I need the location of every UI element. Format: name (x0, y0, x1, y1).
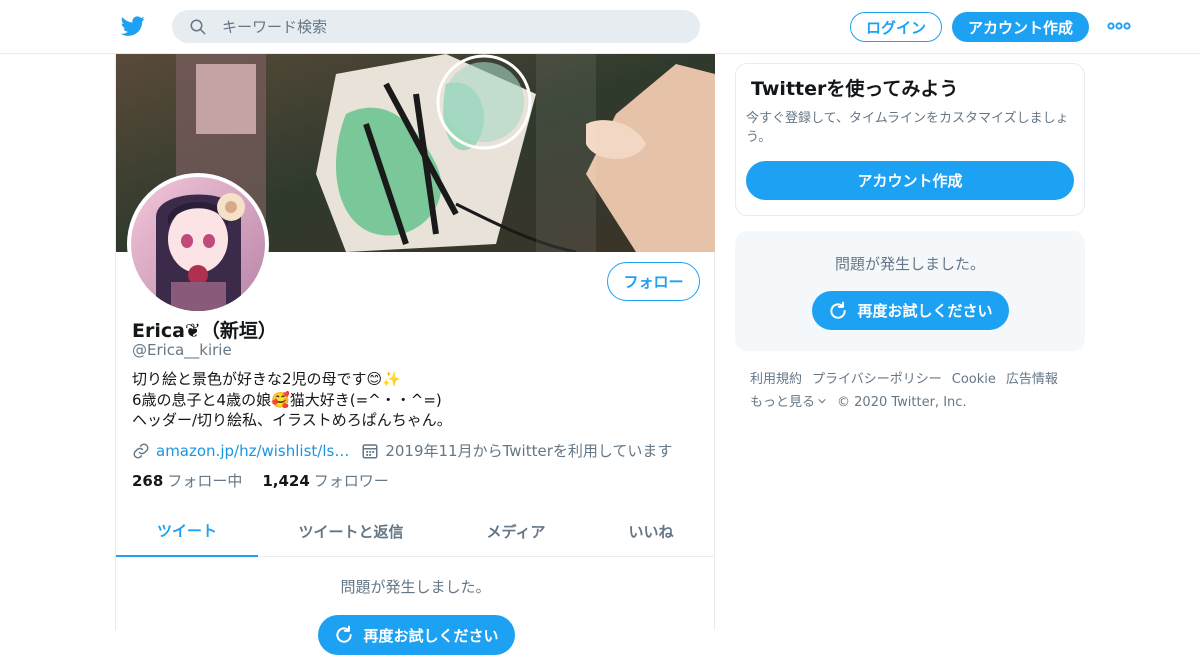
signup-card-button[interactable]: アカウント作成 (746, 161, 1074, 200)
following-label: フォロー中 (167, 472, 243, 490)
joined-date: 2019年11月からTwitterを利用しています (385, 442, 673, 460)
tab-media[interactable]: メディア (466, 506, 566, 557)
avatar[interactable] (127, 173, 269, 315)
following-count-link[interactable]: 268 フォロー中 (132, 470, 242, 491)
twitter-bird-icon[interactable] (120, 14, 146, 38)
footer-more-link[interactable]: もっと見る (750, 391, 827, 414)
search-box[interactable] (172, 10, 700, 43)
retry-label: 再度お試しください (363, 626, 499, 645)
signup-button[interactable]: アカウント作成 (952, 12, 1089, 42)
profile-meta: amazon.jp/hz/wishlist/ls… 2019年11月からTwit… (132, 440, 672, 461)
link-icon (133, 443, 149, 458)
sidebar-retry-button[interactable]: 再度お試しください (812, 291, 1009, 330)
sidebar-error-box: 問題が発生しました。 再度お試しください (735, 231, 1085, 351)
followers-count-link[interactable]: 1,424 フォロワー (262, 470, 388, 491)
bio-line: ヘッダー/切り絵私、イラストめろぱんちゃん。 (132, 411, 452, 429)
profile-name: Erica❦（新垣） (132, 320, 277, 342)
bio-line: 切り絵と景色が好きな2児の母です😊✨ (132, 370, 401, 388)
sidebar-error-text: 問題が発生しました。 (834, 255, 985, 273)
search-input[interactable] (222, 10, 682, 43)
tab-likes[interactable]: いいね (606, 506, 696, 557)
followers-label: フォロワー (313, 472, 389, 490)
tab-tweets-and-replies[interactable]: ツイートと返信 (286, 506, 416, 557)
sidebar-retry-label: 再度お試しください (857, 302, 993, 320)
follow-button[interactable]: フォロー (607, 262, 700, 301)
signup-card-subtitle: 今すぐ登録して、タイムラインをカスタマイズしましょう。 (746, 111, 1069, 145)
retry-icon (830, 301, 847, 319)
chevron-down-icon (818, 398, 826, 404)
footer-copyright: © 2020 Twitter, Inc. (837, 395, 967, 410)
followers-count: 1,424 (262, 472, 310, 490)
top-navigation-bar: ログイン アカウント作成 (0, 0, 1200, 54)
search-icon (190, 19, 206, 35)
follow-counts: 268 フォロー中 1,424 フォロワー (132, 470, 409, 491)
retry-icon (336, 625, 353, 643)
calendar-icon (362, 443, 378, 458)
following-count: 268 (132, 472, 164, 490)
profile-column: フォロー Erica❦（新垣） @Erica__kirie 切り絵と景色が好きな… (115, 54, 715, 655)
bio-line: 6歳の息子と4歳の娘🥰猫大好き(=^・・^=) (132, 390, 442, 409)
footer-link-ads[interactable]: 広告情報 (1006, 368, 1058, 391)
avatar-image (131, 177, 265, 311)
login-button[interactable]: ログイン (850, 12, 942, 42)
profile-handle[interactable]: @Erica__kirie (132, 341, 232, 359)
retry-button[interactable]: 再度お試しください (318, 615, 515, 655)
profile-link[interactable]: amazon.jp/hz/wishlist/ls… (156, 442, 349, 460)
tab-tweets[interactable]: ツイート (116, 506, 258, 557)
profile-bio: 切り絵と景色が好きな2児の母です😊✨ 6歳の息子と4歳の娘🥰猫大好き(=^・・^… (132, 369, 452, 431)
footer-link-privacy[interactable]: プライバシーポリシー (812, 368, 942, 391)
footer-link-terms[interactable]: 利用規約 (750, 368, 802, 391)
sidebar-footer: 利用規約 プライバシーポリシー Cookie 広告情報 もっと見る © 2020… (750, 368, 1080, 414)
timeline-error-text: 問題が発生しました。 (340, 578, 491, 596)
signup-card: Twitterを使ってみよう 今すぐ登録して、タイムラインをカスタマイズしましょ… (735, 63, 1085, 216)
more-dots-icon[interactable] (1107, 20, 1131, 32)
profile-tabs: ツイート ツイートと返信 メディア いいね (116, 506, 715, 557)
signup-card-title: Twitterを使ってみよう (751, 78, 959, 100)
footer-link-cookie[interactable]: Cookie (952, 368, 996, 391)
footer-more-label: もっと見る (750, 395, 816, 410)
